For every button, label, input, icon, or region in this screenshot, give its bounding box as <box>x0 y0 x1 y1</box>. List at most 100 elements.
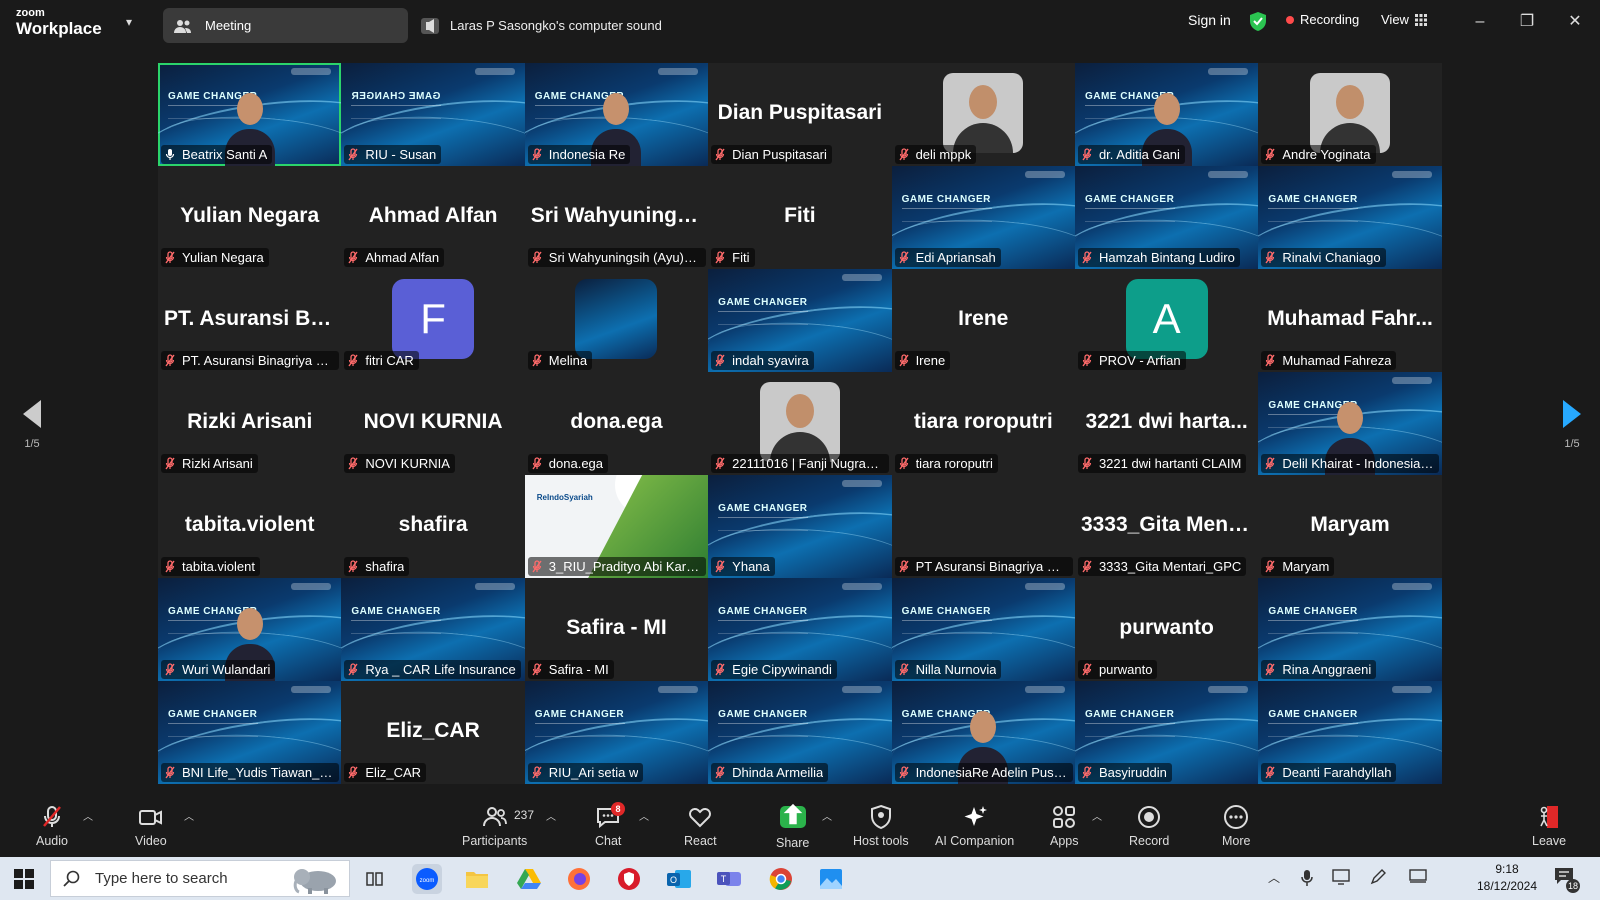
taskbar-search-box[interactable]: Type here to search <box>50 860 350 897</box>
participant-tile[interactable]: deli mppk <box>891 63 1075 166</box>
participant-name: Rya _ CAR Life Insurance <box>365 662 516 677</box>
participants-caret-icon[interactable]: ︿ <box>546 808 556 823</box>
participant-tile[interactable]: Ffitri CAR <box>341 269 525 372</box>
participant-tile[interactable]: shafira shafira <box>341 475 525 578</box>
display-tray-icon[interactable] <box>1408 869 1428 889</box>
sign-in-link[interactable]: Sign in <box>1188 12 1231 28</box>
next-page-button[interactable]: 1/5 <box>1542 400 1600 450</box>
participant-tile[interactable]: Fiti Fiti <box>708 166 892 269</box>
teams-icon[interactable]: T <box>714 864 744 894</box>
more-button[interactable]: More <box>1222 804 1250 848</box>
participant-tile[interactable]: Andre Yoginata <box>1258 63 1442 166</box>
restore-icon[interactable]: ❐ <box>1517 12 1537 32</box>
participant-tile[interactable]: Muhamad Fahr... Muhamad Fahreza <box>1258 269 1442 372</box>
participant-tile[interactable]: GAME CHANGER Edi Apriansah <box>891 166 1075 269</box>
meeting-tab[interactable]: Meeting <box>163 8 408 43</box>
task-view-icon[interactable] <box>360 864 390 894</box>
recording-indicator[interactable]: Recording <box>1286 12 1359 27</box>
ai-companion-button[interactable]: AI Companion <box>935 804 1014 848</box>
participant-tile[interactable]: 3333_Gita Ment... 3333_Gita Mentari_GPC <box>1074 475 1259 578</box>
participant-tile[interactable]: GAME CHANGER IndonesiaRe Adelin Puspit... <box>891 681 1075 784</box>
participant-tile[interactable]: Melina <box>524 269 709 372</box>
minimize-icon[interactable]: – <box>1470 12 1490 32</box>
participant-tile[interactable]: GAME CHANGER Indonesia Re <box>524 63 709 166</box>
share-button[interactable]: Share <box>776 803 809 850</box>
participant-tile[interactable]: Irene Irene <box>891 269 1075 372</box>
participant-tile[interactable]: GAME CHANGER Nilla Nurnovia <box>891 578 1075 681</box>
participant-tile[interactable]: GAME CHANGER RIU - Susan <box>341 63 525 166</box>
computer-sound-indicator[interactable]: Laras P Sasongko's computer sound <box>420 8 662 43</box>
participant-tile[interactable]: GAME CHANGER Dhinda Armeilia <box>708 681 892 784</box>
participant-tile[interactable]: Safira - MI Safira - MI <box>524 578 709 681</box>
participant-tile[interactable]: tiara roroputri tiara roroputri <box>891 372 1075 475</box>
participant-tile[interactable]: Dian Puspitasari Dian Puspitasari <box>708 63 892 166</box>
leave-button[interactable]: Leave <box>1532 804 1566 848</box>
chevron-down-icon[interactable]: ▾ <box>126 15 132 29</box>
participant-tile[interactable]: GAME CHANGER indah syavira <box>708 269 892 372</box>
participant-tile[interactable]: GAME CHANGER Wuri Wulandari <box>158 578 342 681</box>
participant-tile[interactable]: GAME CHANGER Rya _ CAR Life Insurance <box>341 578 525 681</box>
participant-tile[interactable]: GAME CHANGER BNI Life_Yudis Tiawan_Aff... <box>158 681 342 784</box>
outlook-icon[interactable]: O <box>664 864 694 894</box>
security-shield-icon[interactable] <box>1250 12 1266 31</box>
muted-mic-icon <box>1082 457 1092 470</box>
file-explorer-icon[interactable] <box>462 864 492 894</box>
previous-page-button[interactable]: 1/5 <box>2 400 62 450</box>
participant-tile[interactable]: GAME CHANGER dr. Aditia Gani <box>1074 63 1259 166</box>
react-button[interactable]: React <box>684 804 717 848</box>
participant-tile[interactable]: GAME CHANGER Rina Anggraeni <box>1258 578 1442 681</box>
participant-tile[interactable]: GAME CHANGER Deanti Farahdyllah <box>1258 681 1442 784</box>
taskbar-clock[interactable]: 9:18 18/12/2024 <box>1472 861 1542 895</box>
participant-tile[interactable]: Sri Wahyunings... Sri Wahyuningsih (Ayu)_… <box>524 166 709 269</box>
participant-tile[interactable]: Maryam Maryam <box>1258 475 1442 578</box>
notification-center-icon[interactable]: 18 <box>1554 867 1580 893</box>
chat-button[interactable]: 8 Chat <box>595 802 625 848</box>
participant-tile[interactable]: NOVI KURNIA NOVI KURNIA <box>341 372 525 475</box>
google-drive-icon[interactable] <box>514 864 544 894</box>
audio-options-caret-icon[interactable]: ︿ <box>83 808 93 823</box>
microphone-tray-icon[interactable] <box>1297 869 1317 889</box>
host-tools-button[interactable]: Host tools <box>853 804 909 848</box>
participant-tile[interactable]: Ahmad Alfan Ahmad Alfan <box>341 166 525 269</box>
chrome-icon[interactable] <box>766 864 796 894</box>
view-button[interactable]: View <box>1381 12 1427 27</box>
participant-tile[interactable]: Eliz_CAR Eliz_CAR <box>341 681 525 784</box>
participant-tile[interactable]: A PROV - Arfian <box>1074 269 1259 372</box>
show-hidden-icons-icon[interactable]: ︿ <box>1264 869 1284 889</box>
participant-tile[interactable]: 3221 dwi harta... 3221 dwi hartanti CLAIM <box>1074 372 1259 475</box>
participant-tile[interactable]: GAME CHANGER Yhana <box>708 475 892 578</box>
participant-tile[interactable]: PT. Asuransi Bin... PT. Asuransi Binagriy… <box>158 269 342 372</box>
pen-tray-icon[interactable] <box>1368 869 1388 889</box>
participant-tile[interactable]: GAME CHANGER RIU_Ari setia w <box>524 681 709 784</box>
participant-tile[interactable]: GAME CHANGER Rinalvi Chaniago <box>1258 166 1442 269</box>
audio-button[interactable]: Audio <box>36 804 68 848</box>
red-shield-app-icon[interactable] <box>614 864 644 894</box>
video-button[interactable]: Video <box>135 804 167 848</box>
share-caret-icon[interactable]: ︿ <box>822 808 832 823</box>
participant-tile[interactable]: tabita.violent tabita.violent <box>158 475 342 578</box>
participant-tile[interactable]: GAME CHANGER Beatrix Santi A <box>158 63 342 166</box>
participant-tile[interactable]: 22111016 | Fanji Nugraha... <box>708 372 892 475</box>
participant-tile[interactable]: Rizki Arisani Rizki Arisani <box>158 372 342 475</box>
participant-tile[interactable]: Yulian Negara Yulian Negara <box>158 166 342 269</box>
participant-tile[interactable]: dona.ega dona.ega <box>524 372 709 475</box>
record-button[interactable]: Record <box>1129 804 1169 848</box>
video-options-caret-icon[interactable]: ︿ <box>184 808 194 823</box>
participant-tile[interactable]: GAME CHANGER Delil Khairat - Indonesia Re <box>1258 372 1442 475</box>
screen-share-tray-icon[interactable] <box>1331 869 1351 889</box>
participant-tile[interactable]: GAME CHANGER Hamzah Bintang Ludiro <box>1074 166 1259 269</box>
participant-tile[interactable]: GAME CHANGER Egie Cipywinandi <box>708 578 892 681</box>
zoom-app-icon[interactable]: zoom <box>412 864 442 894</box>
firefox-icon[interactable] <box>564 864 594 894</box>
participant-tile[interactable]: ReIndoSyariah 3_RIU_Pradityo Abi Karami <box>524 475 709 578</box>
chat-caret-icon[interactable]: ︿ <box>639 808 649 823</box>
photos-app-icon[interactable] <box>816 864 846 894</box>
participant-tile[interactable]: purwanto purwanto <box>1074 578 1259 681</box>
apps-caret-icon[interactable]: ︿ <box>1092 808 1102 823</box>
people-icon <box>174 19 191 33</box>
apps-button[interactable]: Apps <box>1050 804 1079 848</box>
participant-tile[interactable]: GAME CHANGER Basyiruddin <box>1074 681 1259 784</box>
windows-start-icon[interactable] <box>14 869 34 889</box>
close-icon[interactable]: ✕ <box>1565 12 1585 32</box>
participant-tile[interactable]: PT Asuransi Binagriya Upa... <box>891 475 1075 578</box>
